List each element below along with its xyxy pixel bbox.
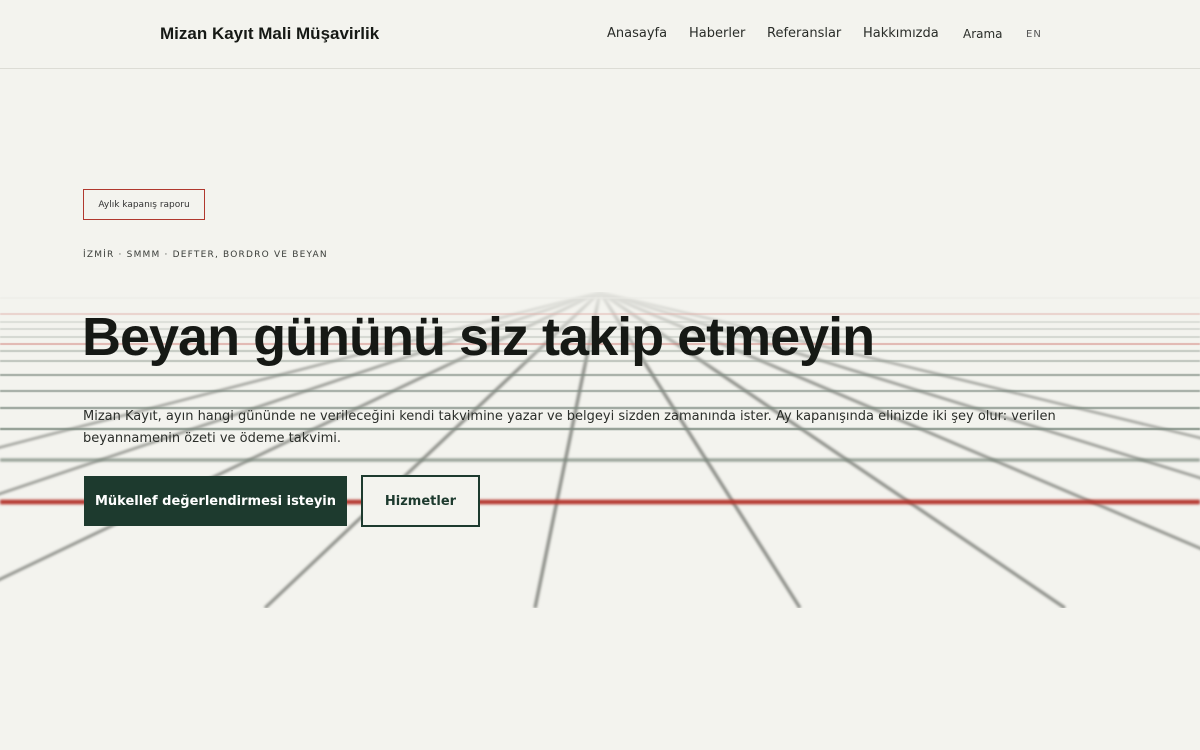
request-assessment-button[interactable]: Mükellef değerlendirmesi isteyin xyxy=(84,476,347,526)
hero-eyebrow: İZMİR · SMMM · DEFTER, BORDRO VE BEYAN xyxy=(83,250,328,260)
hero-title: Beyan gününü siz takip etmeyin xyxy=(82,307,875,367)
site-header: Mizan Kayıt Mali Müşavirlik Anasayfa Hab… xyxy=(0,0,1200,69)
nav-item-haberler[interactable]: Haberler xyxy=(689,26,745,41)
nav-item-hakkimizda[interactable]: Hakkımızda xyxy=(863,26,939,41)
language-switch[interactable]: EN xyxy=(1026,29,1042,40)
hero-lead: Mizan Kayıt, ayın hangi gününde ne veril… xyxy=(83,409,1056,446)
brand-logo-link[interactable]: Mizan Kayıt Mali Müşavirlik xyxy=(160,24,379,44)
nav-item-anasayfa[interactable]: Anasayfa xyxy=(607,26,667,41)
monthly-report-chip[interactable]: Aylık kapanış raporu xyxy=(83,189,205,220)
services-button[interactable]: Hizmetler xyxy=(361,475,480,527)
nav-item-arama[interactable]: Arama xyxy=(963,27,1003,41)
nav-item-referanslar[interactable]: Referanslar xyxy=(767,26,841,41)
